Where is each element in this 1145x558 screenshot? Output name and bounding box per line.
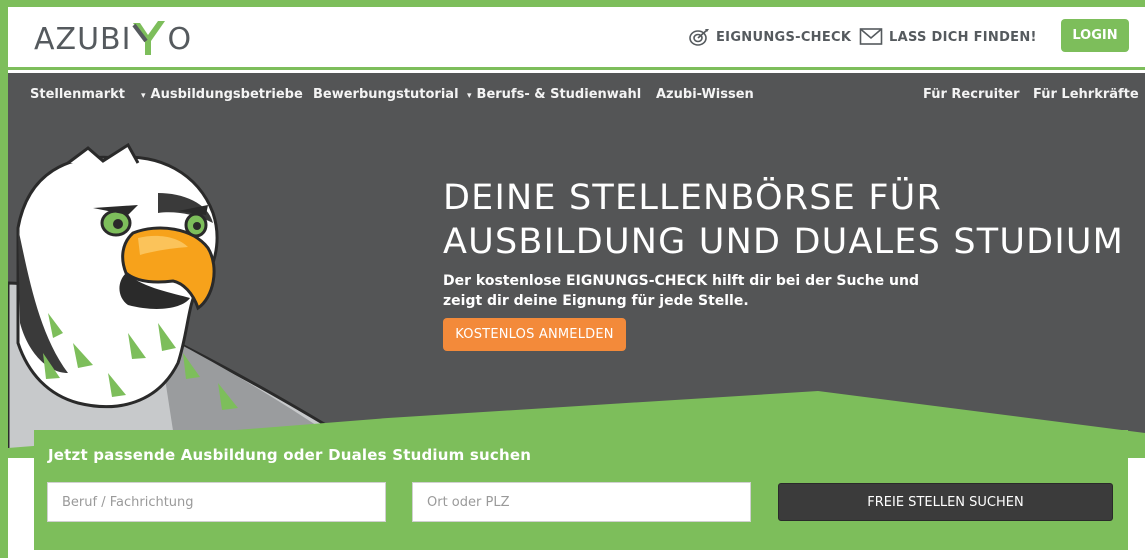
login-button[interactable]: LOGIN <box>1061 19 1129 52</box>
logo-text-left: AZUBI <box>34 21 132 57</box>
azubiyo-logo[interactable]: AZUBI O <box>34 17 192 61</box>
lass-dich-finden-link[interactable]: LASS DICH FINDEN! <box>859 27 1037 47</box>
hero-subtitle-line-2: zeigt dir deine Eignung für jede Stelle. <box>443 293 749 309</box>
chevron-down-icon: ▾ <box>141 91 146 101</box>
freie-stellen-suchen-button[interactable]: FREIE STELLEN SUCHEN <box>778 483 1113 521</box>
nav-item-bewerbungstutorial[interactable]: Bewerbungstutorial <box>313 87 459 102</box>
search-title: Jetzt passende Ausbildung oder Duales St… <box>48 446 532 464</box>
kostenlos-anmelden-button[interactable]: KOSTENLOS ANMELDEN <box>443 318 626 351</box>
envelope-icon <box>859 27 883 47</box>
target-icon <box>688 27 710 47</box>
nav-item-ausbildungsbetriebe[interactable]: ▾ Ausbildungsbetriebe <box>141 87 303 102</box>
main-nav: Stellenmarkt ▾ Ausbildungsbetriebe Bewerb… <box>8 73 1145 115</box>
eignungs-check-link[interactable]: EIGNUNGS-CHECK <box>688 27 851 47</box>
job-search-input[interactable] <box>47 482 386 522</box>
nav-item-label: Stellenmarkt <box>30 87 125 102</box>
nav-item-label: Für Recruiter <box>923 87 1020 102</box>
nav-item-fuer-lehrkraefte[interactable]: Für Lehrkräfte <box>1033 87 1139 102</box>
eignungs-check-label: EIGNUNGS-CHECK <box>716 29 852 45</box>
hero-title-line-2: AUSBILDUNG UND DUALES STUDIUM <box>443 222 1125 262</box>
location-search-input[interactable] <box>412 482 751 522</box>
hero-title: DEINE STELLENBÖRSE FÜR AUSBILDUNG UND DU… <box>443 176 1124 264</box>
nav-item-stellenmarkt[interactable]: Stellenmarkt <box>30 87 125 102</box>
logo-text-right: O <box>167 21 193 57</box>
hero-section: Stellenmarkt ▾ Ausbildungsbetriebe Bewerb… <box>8 73 1145 458</box>
hero-title-line-1: DEINE STELLENBÖRSE FÜR <box>443 178 943 218</box>
logo-y-checkmark-icon <box>131 19 167 59</box>
search-panel: Jetzt passende Ausbildung oder Duales St… <box>34 430 1128 550</box>
nav-item-berufs-studienwahl[interactable]: ▾ Berufs- & Studienwahl <box>467 87 641 102</box>
hero-subtitle: Der kostenlose EIGNUNGS-CHECK hilft dir … <box>443 271 963 311</box>
nav-item-fuer-recruiter[interactable]: Für Recruiter <box>923 87 1020 102</box>
hero-subtitle-line-1: Der kostenlose EIGNUNGS-CHECK hilft dir … <box>443 273 919 289</box>
nav-item-label: Für Lehrkräfte <box>1033 87 1139 102</box>
lass-dich-finden-label: LASS DICH FINDEN! <box>889 29 1037 45</box>
site-header: AZUBI O EIGNUNGS-CHECK LASS DICH FINDEN!… <box>8 7 1145 70</box>
nav-item-label: Berufs- & Studienwahl <box>476 87 642 102</box>
nav-item-label: Azubi-Wissen <box>656 87 754 102</box>
nav-item-label: Bewerbungstutorial <box>313 87 459 102</box>
page-frame: AZUBI O EIGNUNGS-CHECK LASS DICH FINDEN!… <box>8 7 1145 558</box>
nav-item-label: Ausbildungsbetriebe <box>150 87 303 102</box>
chevron-down-icon: ▾ <box>467 91 472 101</box>
nav-item-azubi-wissen[interactable]: Azubi-Wissen <box>656 87 754 102</box>
